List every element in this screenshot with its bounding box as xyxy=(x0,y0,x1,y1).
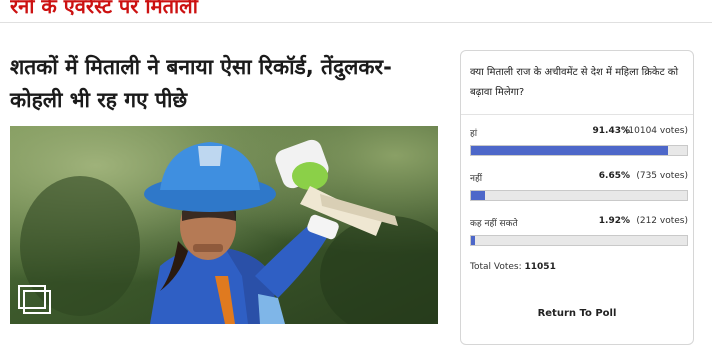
poll-option: हां 91.43% (10104 votes) xyxy=(470,126,688,156)
poll-option: कह नहीं सकते 1.92% (212 votes) xyxy=(470,216,688,246)
divider xyxy=(461,114,693,115)
gallery-icon[interactable] xyxy=(18,285,52,315)
option-label: नहीं xyxy=(470,174,483,184)
option-label: कह नहीं सकते xyxy=(470,219,518,229)
cricketer-photo-illustration xyxy=(10,126,438,324)
poll-widget: क्या मिताली राज के अचीवमेंट से देश में म… xyxy=(460,50,694,345)
result-bar xyxy=(470,145,688,156)
result-bar xyxy=(470,190,688,201)
article-photo[interactable] xyxy=(10,126,438,324)
total-votes: Total Votes: 11051 xyxy=(470,262,556,272)
option-percent: 1.92% xyxy=(598,216,630,226)
top-headline-link[interactable]: रनों के एवरेस्ट पर मिताली xyxy=(10,0,430,20)
result-bar-fill xyxy=(471,146,669,155)
total-votes-label: Total Votes: xyxy=(470,262,522,272)
result-bar-fill xyxy=(471,236,476,245)
divider xyxy=(0,22,712,23)
article-title[interactable]: शतकों में मिताली ने बनाया ऐसा रिकॉर्ड, त… xyxy=(10,51,430,117)
result-bar xyxy=(470,235,688,246)
option-votes: (212 votes) xyxy=(636,216,688,226)
gallery-frame-front xyxy=(23,290,51,314)
poll-question: क्या मिताली राज के अचीवमेंट से देश में म… xyxy=(470,67,679,98)
poll-option: नहीं 6.65% (735 votes) xyxy=(470,171,688,201)
return-to-poll-button[interactable]: Return To Poll xyxy=(521,308,633,326)
option-label: हां xyxy=(470,129,478,139)
option-votes: (10104 votes) xyxy=(624,126,688,136)
result-bar-fill xyxy=(471,191,486,200)
option-percent: 6.65% xyxy=(598,171,630,181)
option-votes: (735 votes) xyxy=(636,171,688,181)
total-votes-value: 11051 xyxy=(524,262,556,272)
